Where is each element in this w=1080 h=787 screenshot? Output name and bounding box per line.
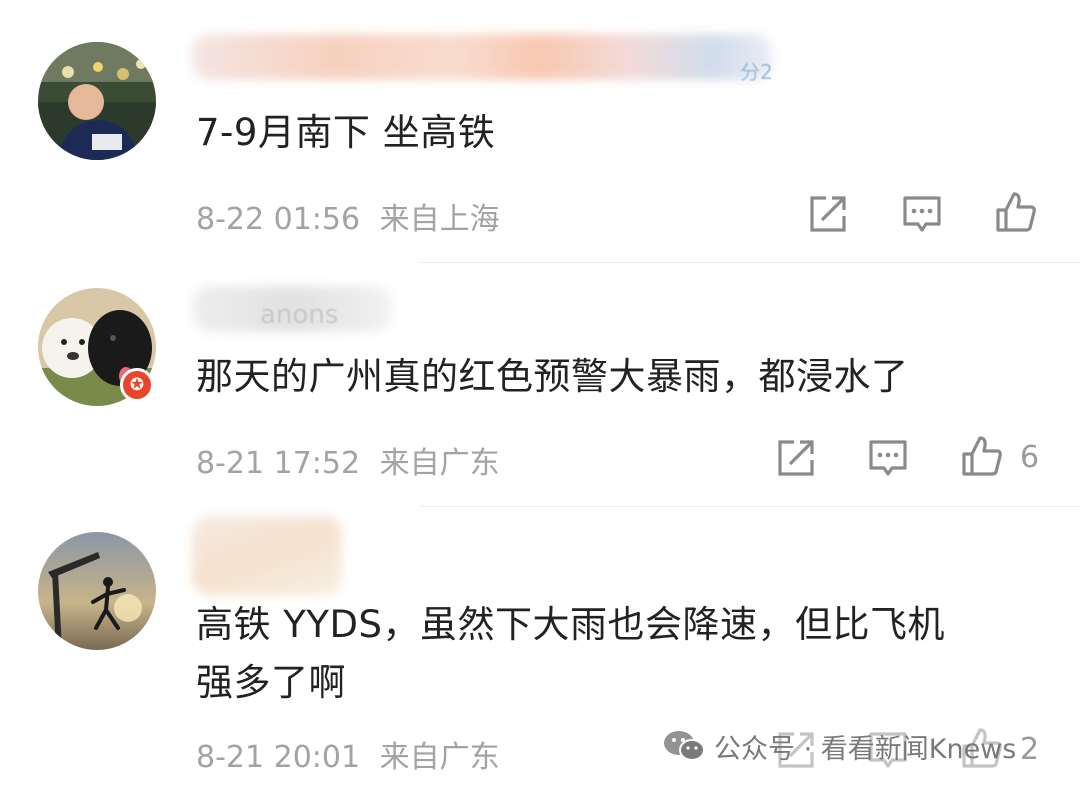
comment-meta: 8-21 17:52 来自广东 — [196, 438, 500, 482]
comment-text: 那天的广州真的红色预警大暴雨，都浸水了 — [196, 355, 909, 398]
comment-text: 7-9月南下 坐高铁 — [196, 111, 496, 154]
comment-text: 高铁 YYDS，虽然下大雨也会降速，但比飞机 强多了啊 — [196, 596, 945, 712]
watermark: 公众号 · 看看新闻Knews — [662, 722, 1016, 770]
wechat-icon — [664, 731, 705, 761]
watermark-text: 公众号 · 看看新闻Knews — [714, 733, 1017, 765]
comment-time: 8-21 20:01 — [196, 740, 361, 775]
username-blurred[interactable] — [192, 34, 772, 80]
like-count: 2 — [1020, 732, 1040, 767]
comment-time: 8-21 17:52 — [196, 446, 361, 481]
comment-item: ✪ anons 那天的广州真的红色预警大暴雨，都浸水了 8-21 17:52 来… — [0, 262, 1080, 506]
comment-text-line: 高铁 YYDS，虽然下大雨也会降速，但比飞机 — [196, 603, 945, 646]
username-tag: anons — [260, 300, 339, 330]
comment-meta: 8-21 20:01 来自广东 — [196, 732, 500, 776]
comment-location: 来自广东 — [379, 740, 500, 775]
comment-time: 8-22 01:56 — [196, 202, 361, 237]
username-tag: 分2 — [740, 60, 773, 84]
like-count: 6 — [1020, 440, 1040, 475]
comment-meta: 8-22 01:56 来自上海 — [196, 194, 500, 238]
thumbs-up-icon[interactable] — [994, 190, 1038, 234]
comment-location: 来自上海 — [379, 202, 500, 237]
comment-icon[interactable] — [866, 436, 910, 480]
share-icon[interactable] — [774, 436, 818, 480]
username-blurred[interactable] — [192, 516, 342, 596]
user-avatar-icon[interactable] — [38, 42, 156, 160]
share-icon[interactable] — [806, 192, 850, 236]
comment-icon[interactable] — [900, 192, 944, 236]
verified-badge-icon: ✪ — [120, 368, 154, 402]
comment-text-line: 强多了啊 — [196, 661, 346, 704]
comment-location: 来自广东 — [379, 446, 500, 481]
silhouette-avatar-icon[interactable] — [38, 532, 156, 650]
comment-item: 分2 7-9月南下 坐高铁 8-22 01:56 来自上海 — [0, 0, 1080, 262]
thumbs-up-icon[interactable] — [960, 434, 1004, 478]
